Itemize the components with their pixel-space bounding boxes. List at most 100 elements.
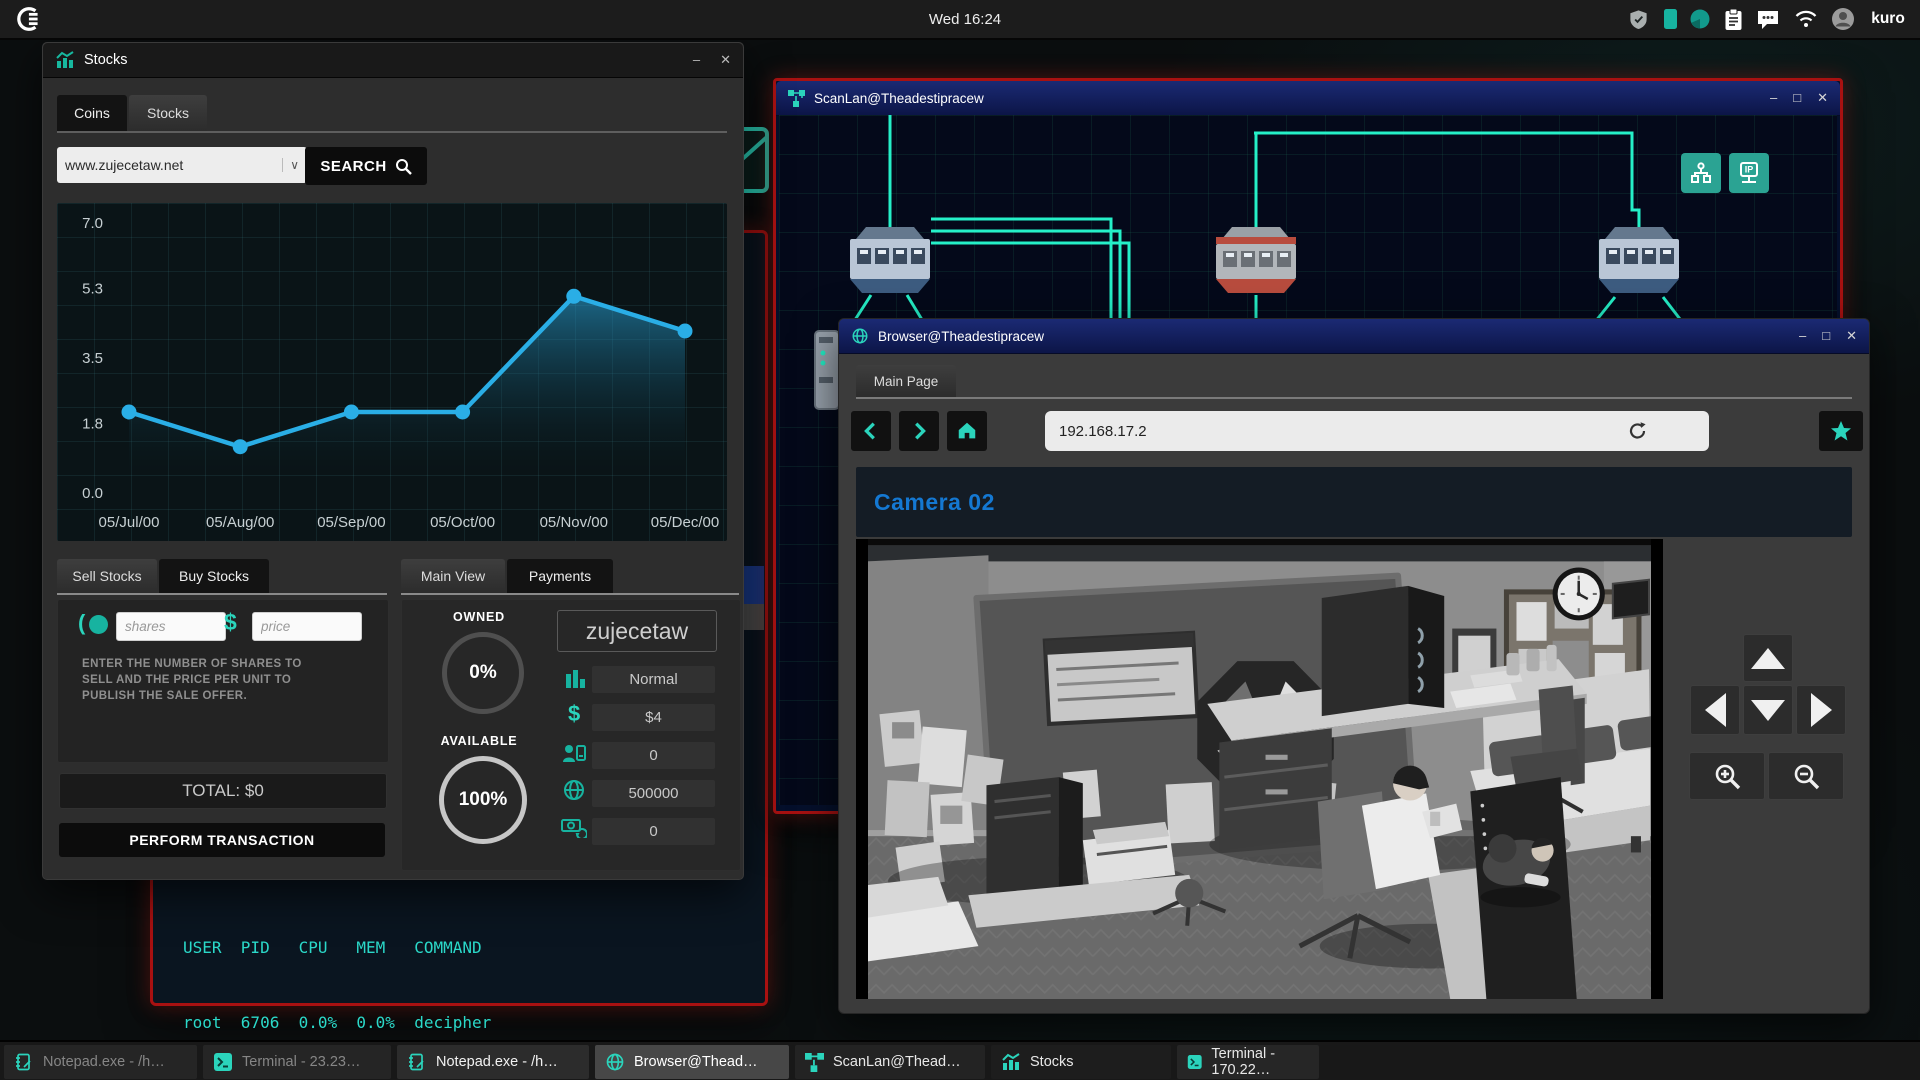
close-button[interactable]: ✕ [720,52,731,68]
taskbar-item-notepad-2[interactable]: Notepad.exe - /h… [397,1045,589,1079]
stocks-window[interactable]: Stocks – ✕ Coins Stocks www.zujecetaw.ne… [42,42,744,880]
taskbar-item-browser[interactable]: Browser@Thead… [595,1045,789,1079]
taskbar-item-terminal-2[interactable]: Terminal - 170.22… [1177,1045,1319,1079]
tab-label: Payments [528,568,592,584]
down-arrow-icon [1751,699,1785,721]
stocks-titlebar[interactable]: Stocks – ✕ [43,43,743,78]
svg-text:0.0: 0.0 [82,485,103,502]
tab-label: Main View [420,568,486,584]
window-title: Browser@Theadestipracew [878,328,1045,344]
user-avatar[interactable] [1828,0,1858,38]
price-input[interactable] [252,612,362,641]
scanlan-icon [805,1052,824,1072]
address-bar[interactable] [1045,411,1709,451]
wifi-icon[interactable] [1790,0,1822,38]
switch-device[interactable] [850,227,930,293]
close-button[interactable]: ✕ [1846,328,1857,344]
browser-titlebar[interactable]: Browser@Theadestipracew – □ ✕ [839,319,1869,354]
desktop: USER PID CPU MEM COMMAND root 6706 0.0% … [0,0,1920,1080]
zoom-in-button[interactable] [1689,752,1765,800]
tab-coins[interactable]: Coins [57,95,127,131]
tab-stocks[interactable]: Stocks [129,95,207,131]
username-label[interactable]: kuro [1860,0,1916,38]
tab-sell-stocks[interactable]: Sell Stocks [57,559,157,593]
camera-scene [868,539,1661,999]
available-label: AVAILABLE [440,734,518,748]
username-text: kuro [1871,10,1905,27]
tab-main-view[interactable]: Main View [401,559,505,593]
symbol-box: zujecetaw [557,610,717,652]
switch-device[interactable] [1599,227,1679,293]
chat-icon[interactable] [1752,0,1784,38]
topology-view-button[interactable] [1681,153,1721,193]
server-device[interactable] [814,330,840,410]
refresh-icon[interactable] [1627,420,1649,442]
bar-chart-icon [566,670,585,688]
terminal-icon [214,1053,232,1071]
browser-window[interactable]: Browser@Theadestipracew – □ ✕ Main Page [838,318,1870,1014]
price-chart[interactable]: 7.0 5.3 3.5 1.8 0.0 05/Jul/00 05/Aug/00 05/Sep/… [57,203,727,541]
os-logo[interactable] [10,0,50,38]
coin-select[interactable]: www.zujecetaw.net ∨ [57,147,307,183]
tab-main-page[interactable]: Main Page [856,365,956,397]
shareholders-value: 0 [592,742,715,769]
security-status-icon[interactable] [1624,0,1652,38]
hidden-window-fragment [744,566,764,604]
owned-label: OWNED [453,610,505,624]
globe-icon [606,1053,624,1071]
dollar-icon: $ [568,701,581,726]
close-button[interactable]: ✕ [1817,90,1828,106]
phone-icon[interactable] [1656,0,1684,38]
tab-label: Sell Stocks [72,568,142,584]
chevron-down-icon: ∨ [282,158,299,172]
back-button[interactable] [851,411,891,451]
owned-value: 0% [469,662,497,683]
sell-help-text: ENTER THE NUMBER OF SHARES TO SELL AND T… [82,658,302,702]
hidden-window-fragment [744,604,764,630]
perform-transaction-button[interactable]: PERFORM TRANSACTION [59,823,385,857]
taskbar-item-terminal-1[interactable]: Terminal - 23.23… [203,1045,391,1079]
switch-device-alert[interactable] [1216,227,1296,293]
camera-feed[interactable] [856,539,1663,999]
taskbar-item-scanlan[interactable]: ScanLan@Thead… [795,1045,985,1079]
clock-label: Wed 16:24 [928,10,1002,28]
window-title: ScanLan@Theadestipracew [814,90,984,106]
owned-ring: 0% [442,632,524,714]
minimize-button[interactable]: – [693,52,700,68]
forward-button[interactable] [899,411,939,451]
resources-pie-icon[interactable] [1686,0,1714,38]
pan-down-button[interactable] [1743,685,1793,735]
bookmark-button[interactable] [1819,411,1863,451]
taskbar-item-notepad-1[interactable]: Notepad.exe - /h… [4,1045,197,1079]
taskbar-item-label: ScanLan@Thead… [833,1054,961,1070]
minimize-button[interactable]: – [1799,328,1806,344]
pan-left-button[interactable] [1690,685,1740,735]
right-arrow-icon [1810,693,1832,727]
taskbar-item-label: Notepad.exe - /h… [43,1054,165,1070]
taskbar-item-stocks[interactable]: Stocks [991,1045,1171,1079]
coin-select-value: www.zujecetaw.net [65,157,184,173]
shares-icon-dot [89,615,108,634]
shareholders-icon [563,745,586,762]
shares-input[interactable] [116,612,226,641]
chevron-right-icon [915,422,926,440]
home-button[interactable] [947,411,987,451]
scanlan-titlebar[interactable]: ScanLan@Theadestipracew – □ ✕ [776,81,1840,116]
search-icon [395,158,412,175]
maximize-button[interactable]: □ [1822,328,1830,344]
taskbar-item-label: Browser@Thead… [634,1054,758,1070]
taskbar-item-label: Stocks [1030,1054,1074,1070]
search-button[interactable]: SEARCH [305,147,427,185]
missions-clipboard-icon[interactable] [1718,0,1748,38]
pan-right-button[interactable] [1796,685,1846,735]
ip-view-button[interactable]: IP [1729,153,1769,193]
svg-text:05/Jul/00: 05/Jul/00 [99,514,160,531]
svg-text:05/Oct/00: 05/Oct/00 [430,514,495,531]
pan-up-button[interactable] [1743,634,1793,682]
minimize-button[interactable]: – [1770,90,1777,106]
total-label: TOTAL: $0 [182,781,264,800]
maximize-button[interactable]: □ [1793,90,1801,106]
zoom-out-button[interactable] [1768,752,1844,800]
tab-buy-stocks[interactable]: Buy Stocks [159,559,269,593]
tab-payments[interactable]: Payments [507,559,613,593]
